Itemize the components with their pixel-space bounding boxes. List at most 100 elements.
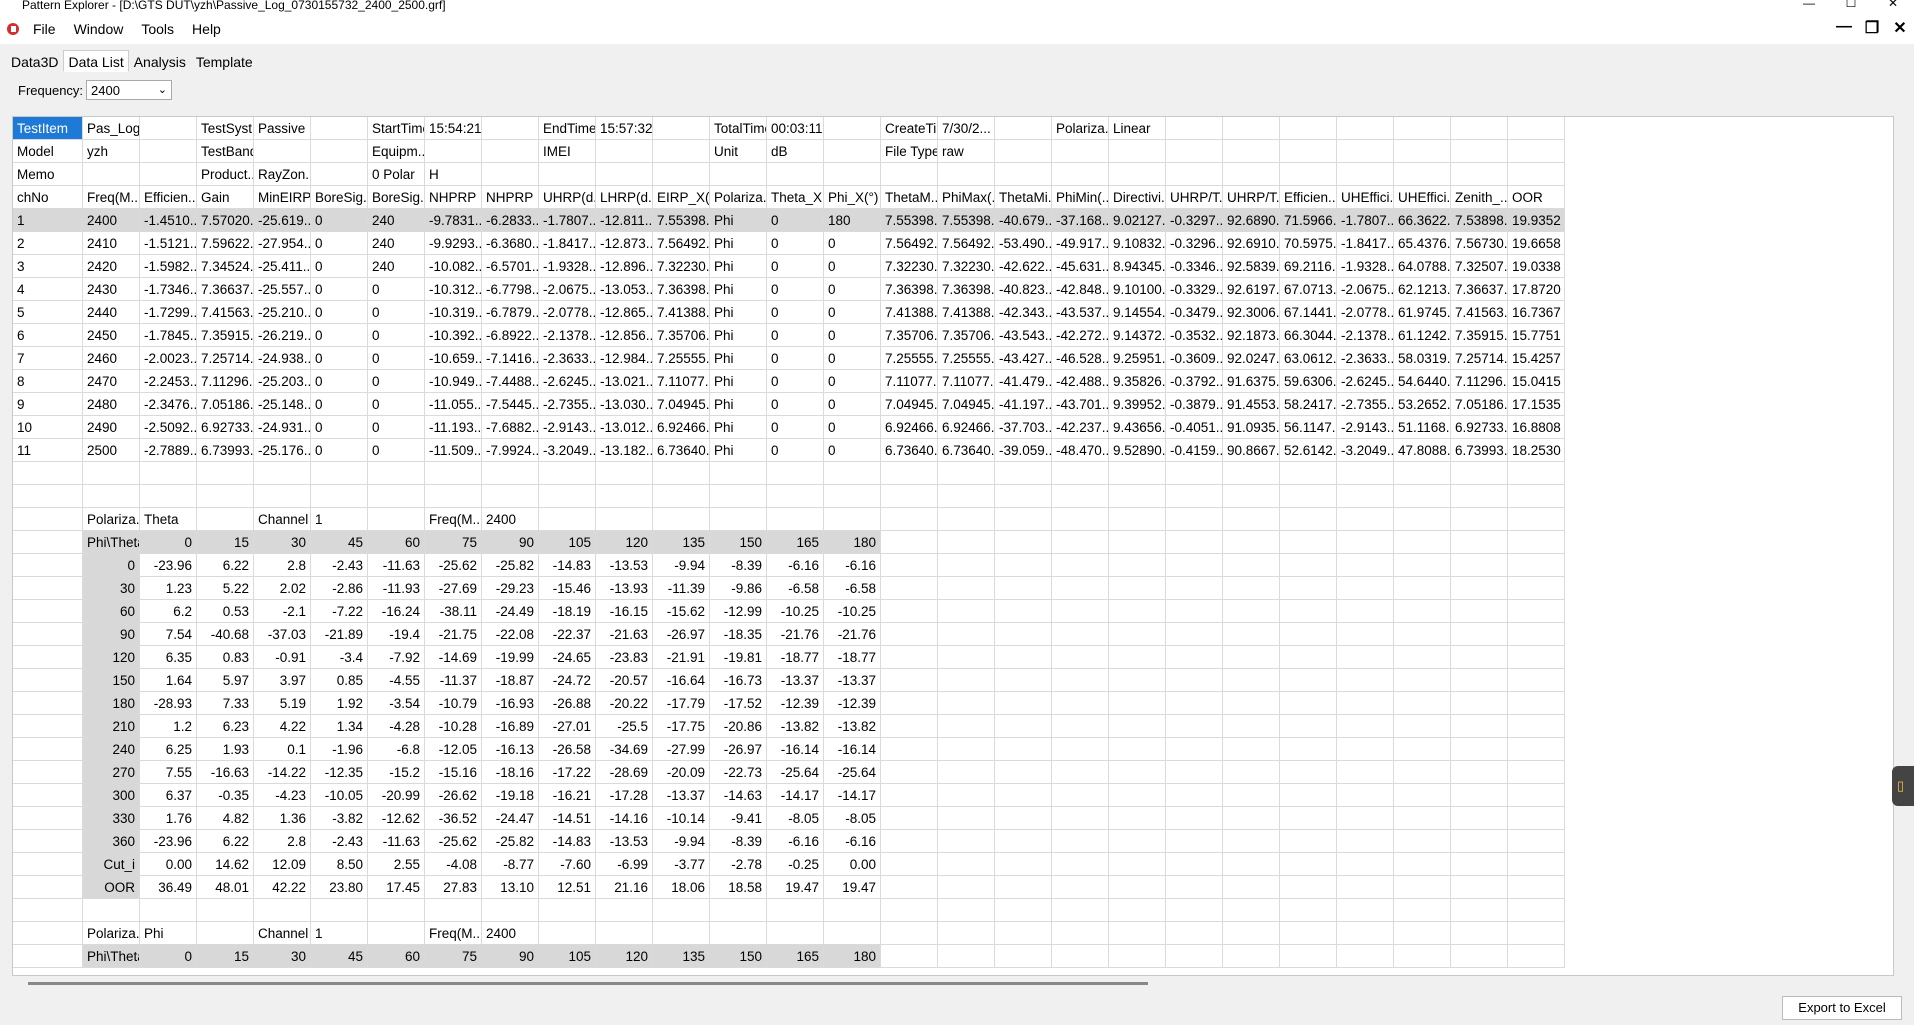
- grid-cell[interactable]: -49.917...: [1052, 232, 1109, 255]
- grid-cell[interactable]: -7.9924...: [482, 439, 539, 462]
- grid-cell[interactable]: Phi: [710, 347, 767, 370]
- grid-cell[interactable]: Phi\Theta: [83, 531, 140, 554]
- grid-cell[interactable]: [1052, 807, 1109, 830]
- grid-cell[interactable]: -42.237...: [1052, 416, 1109, 439]
- grid-cell[interactable]: 16.7367: [1508, 301, 1565, 324]
- grid-cell[interactable]: -24.47: [482, 807, 539, 830]
- grid-cell[interactable]: 15:54:21: [425, 117, 482, 140]
- grid-cell[interactable]: -17.79: [653, 692, 710, 715]
- grid-cell[interactable]: 0: [311, 416, 368, 439]
- grid-cell[interactable]: [1052, 140, 1109, 163]
- grid-cell[interactable]: 42.22: [254, 876, 311, 899]
- grid-cell[interactable]: [1166, 899, 1223, 922]
- grid-cell[interactable]: 6.92466...: [653, 416, 710, 439]
- grid-cell[interactable]: [1166, 830, 1223, 853]
- grid-cell[interactable]: [938, 853, 995, 876]
- grid-cell[interactable]: [938, 807, 995, 830]
- grid-cell[interactable]: [1166, 761, 1223, 784]
- grid-cell[interactable]: [13, 945, 83, 968]
- grid-cell[interactable]: 0.00: [140, 853, 197, 876]
- grid-cell[interactable]: -22.73: [710, 761, 767, 784]
- grid-cell[interactable]: 5.22: [197, 577, 254, 600]
- grid-cell[interactable]: [1451, 600, 1508, 623]
- grid-cell[interactable]: [1337, 784, 1394, 807]
- grid-cell[interactable]: -21.89: [311, 623, 368, 646]
- grid-cell[interactable]: [13, 715, 83, 738]
- grid-cell[interactable]: ThetaMi...: [995, 186, 1052, 209]
- grid-cell[interactable]: Passive: [254, 117, 311, 140]
- grid-cell[interactable]: 0: [824, 255, 881, 278]
- grid-cell[interactable]: 69.2116...: [1280, 255, 1337, 278]
- grid-cell[interactable]: [995, 876, 1052, 899]
- grid-cell[interactable]: 18.06: [653, 876, 710, 899]
- grid-cell[interactable]: 9.43656...: [1109, 416, 1166, 439]
- grid-cell[interactable]: BoreSig...: [368, 186, 425, 209]
- grid-cell[interactable]: 3.97: [254, 669, 311, 692]
- grid-cell[interactable]: 2.55: [368, 853, 425, 876]
- grid-cell[interactable]: [1052, 462, 1109, 485]
- grid-cell[interactable]: [1166, 807, 1223, 830]
- tab-analysis[interactable]: Analysis: [129, 50, 191, 72]
- mdi-minimize-icon[interactable]: —: [1830, 18, 1858, 38]
- grid-cell[interactable]: -1.5121...: [140, 232, 197, 255]
- grid-cell[interactable]: -25.619...: [254, 209, 311, 232]
- grid-cell[interactable]: [1394, 117, 1451, 140]
- grid-cell[interactable]: [1052, 508, 1109, 531]
- grid-cell[interactable]: Channel: [254, 508, 311, 531]
- grid-cell[interactable]: 0: [824, 232, 881, 255]
- grid-cell[interactable]: [1451, 554, 1508, 577]
- grid-cell[interactable]: [1223, 577, 1280, 600]
- grid-cell[interactable]: 48.01: [197, 876, 254, 899]
- grid-cell[interactable]: [311, 462, 368, 485]
- grid-cell[interactable]: chNo: [13, 186, 83, 209]
- grid-cell[interactable]: -26.97: [710, 738, 767, 761]
- grid-cell[interactable]: Cut_i: [83, 853, 140, 876]
- grid-cell[interactable]: -6.58: [824, 577, 881, 600]
- grid-cell[interactable]: -15.2: [368, 761, 425, 784]
- grid-cell[interactable]: 5: [13, 301, 83, 324]
- grid-cell[interactable]: [1280, 646, 1337, 669]
- grid-cell[interactable]: OOR: [1508, 186, 1565, 209]
- grid-cell[interactable]: [368, 508, 425, 531]
- grid-cell[interactable]: -24.65: [539, 646, 596, 669]
- grid-cell[interactable]: -13.021...: [596, 370, 653, 393]
- grid-cell[interactable]: 15.7751: [1508, 324, 1565, 347]
- grid-cell[interactable]: 63.0612...: [1280, 347, 1337, 370]
- grid-cell[interactable]: -25.210...: [254, 301, 311, 324]
- grid-cell[interactable]: 1.23: [140, 577, 197, 600]
- grid-cell[interactable]: -19.18: [482, 784, 539, 807]
- grid-cell[interactable]: 60: [368, 531, 425, 554]
- grid-cell[interactable]: [1451, 945, 1508, 968]
- grid-cell[interactable]: -53.490...: [995, 232, 1052, 255]
- grid-cell[interactable]: -6.16: [824, 554, 881, 577]
- grid-cell[interactable]: -25.62: [425, 554, 482, 577]
- grid-cell[interactable]: [1451, 140, 1508, 163]
- grid-cell[interactable]: 2480: [83, 393, 140, 416]
- grid-cell[interactable]: [13, 876, 83, 899]
- grid-cell[interactable]: [1508, 669, 1565, 692]
- grid-cell[interactable]: 0: [824, 370, 881, 393]
- grid-cell[interactable]: [1280, 600, 1337, 623]
- grid-cell[interactable]: [1337, 462, 1394, 485]
- grid-cell[interactable]: [539, 508, 596, 531]
- grid-cell[interactable]: [1052, 945, 1109, 968]
- grid-cell[interactable]: -6.58: [767, 577, 824, 600]
- grid-cell[interactable]: 9.10100...: [1109, 278, 1166, 301]
- grid-cell[interactable]: -16.63: [197, 761, 254, 784]
- grid-cell[interactable]: -6.2833...: [482, 209, 539, 232]
- grid-cell[interactable]: -12.62: [368, 807, 425, 830]
- grid-cell[interactable]: [425, 140, 482, 163]
- grid-cell[interactable]: [995, 669, 1052, 692]
- grid-cell[interactable]: -43.537...: [1052, 301, 1109, 324]
- grid-cell[interactable]: -26.58: [539, 738, 596, 761]
- grid-cell[interactable]: -2.0778...: [1337, 301, 1394, 324]
- grid-cell[interactable]: [710, 163, 767, 186]
- grid-cell[interactable]: -1.7807...: [1337, 209, 1394, 232]
- grid-cell[interactable]: -12.39: [824, 692, 881, 715]
- grid-cell[interactable]: 12.09: [254, 853, 311, 876]
- grid-cell[interactable]: -6.5701...: [482, 255, 539, 278]
- grid-cell[interactable]: -27.954...: [254, 232, 311, 255]
- grid-cell[interactable]: -19.99: [482, 646, 539, 669]
- grid-cell[interactable]: [1052, 715, 1109, 738]
- grid-cell[interactable]: [1451, 531, 1508, 554]
